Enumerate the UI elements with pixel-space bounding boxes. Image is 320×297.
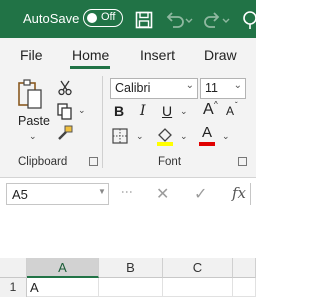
save-icon[interactable] bbox=[135, 11, 153, 29]
name-box[interactable]: A5 bbox=[6, 183, 109, 205]
underline-chevron-down-icon[interactable]: ⌄ bbox=[180, 106, 188, 117]
grow-font-caret-icon: ^ bbox=[214, 100, 218, 109]
copy-chevron-down-icon[interactable]: ⌄ bbox=[78, 105, 86, 116]
paste-icon[interactable] bbox=[16, 78, 44, 112]
shrink-font-button[interactable]: A bbox=[226, 104, 234, 118]
italic-button[interactable]: I bbox=[140, 103, 146, 119]
toggle-knob bbox=[87, 12, 97, 23]
bold-button[interactable]: B bbox=[114, 103, 124, 119]
insert-function-icon[interactable]: fx bbox=[232, 184, 246, 202]
formula-bar-resize-handle-icon[interactable]: ⋮ bbox=[120, 186, 134, 197]
chevron-down-icon: ⌄ bbox=[185, 80, 194, 91]
font-size-value: 11 bbox=[205, 81, 218, 95]
cut-icon[interactable] bbox=[58, 80, 72, 96]
fill-color-icon[interactable] bbox=[156, 126, 174, 146]
undo-icon[interactable] bbox=[165, 11, 193, 29]
font-color-chevron-down-icon[interactable]: ⌄ bbox=[222, 131, 230, 142]
select-all-corner[interactable] bbox=[0, 258, 27, 278]
cell-a1[interactable]: A bbox=[27, 278, 99, 297]
enter-check-icon[interactable]: ✓ bbox=[194, 184, 207, 204]
font-color-button[interactable]: A bbox=[202, 124, 212, 141]
grow-font-button[interactable]: A bbox=[203, 101, 214, 119]
redo-icon[interactable] bbox=[203, 11, 231, 29]
font-dialog-launcher-icon[interactable] bbox=[238, 157, 247, 166]
font-group-label: Font bbox=[158, 156, 182, 168]
autosave-state: Off bbox=[101, 11, 116, 23]
row-header-1[interactable]: 1 bbox=[0, 278, 27, 297]
column-header-c[interactable]: C bbox=[163, 258, 233, 278]
paste-chevron-down-icon[interactable]: ⌄ bbox=[29, 131, 37, 142]
cell-c1[interactable] bbox=[163, 278, 233, 297]
paste-button-label[interactable]: Paste bbox=[18, 114, 50, 128]
name-box-chevron-down-icon[interactable]: ▼ bbox=[98, 187, 106, 196]
more-commands-icon[interactable] bbox=[240, 9, 256, 31]
tab-file[interactable]: File bbox=[20, 47, 43, 63]
format-painter-icon[interactable] bbox=[56, 124, 74, 142]
cancel-icon[interactable]: ✕ bbox=[156, 184, 169, 204]
fill-color-chevron-down-icon[interactable]: ⌄ bbox=[180, 131, 188, 142]
underline-button[interactable]: U bbox=[162, 103, 172, 119]
chevron-down-icon: ⌄ bbox=[233, 80, 242, 91]
column-header-b[interactable]: B bbox=[99, 258, 163, 278]
cell-d1[interactable] bbox=[233, 278, 256, 297]
autosave-label: AutoSave bbox=[23, 11, 80, 26]
shrink-font-caret-icon: ˇ bbox=[235, 101, 238, 110]
cell-b1[interactable] bbox=[99, 278, 163, 297]
active-tab-indicator bbox=[70, 66, 110, 69]
font-name-value: Calibri bbox=[115, 81, 151, 95]
copy-icon[interactable] bbox=[56, 102, 74, 120]
clipboard-group-label: Clipboard bbox=[18, 156, 68, 168]
tab-draw[interactable]: Draw bbox=[204, 47, 237, 63]
borders-icon[interactable] bbox=[112, 128, 128, 144]
group-separator bbox=[102, 76, 103, 168]
autosave-toggle[interactable]: Off bbox=[83, 9, 123, 27]
font-size-dropdown[interactable]: 11 ⌄ bbox=[200, 78, 246, 99]
borders-chevron-down-icon[interactable]: ⌄ bbox=[136, 131, 144, 142]
font-name-dropdown[interactable]: Calibri ⌄ bbox=[110, 78, 198, 99]
clipboard-dialog-launcher-icon[interactable] bbox=[89, 157, 98, 166]
column-header-d[interactable] bbox=[233, 258, 256, 278]
column-header-a[interactable]: A bbox=[27, 258, 99, 278]
font-color-bar bbox=[199, 142, 215, 146]
formula-input[interactable] bbox=[250, 183, 259, 205]
tab-home[interactable]: Home bbox=[72, 47, 109, 63]
tab-insert[interactable]: Insert bbox=[140, 47, 175, 63]
